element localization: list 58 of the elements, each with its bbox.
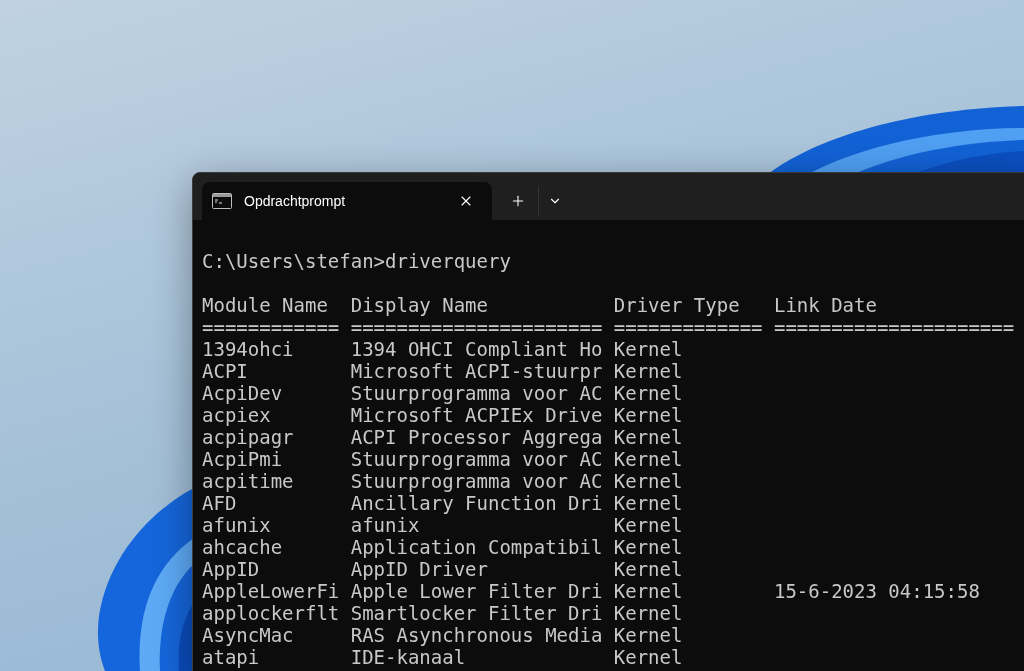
driver-type-cell: Kernel <box>613 448 683 470</box>
driver-type-cell: Kernel <box>613 404 683 426</box>
display-name-cell: 1394 OHCI Compliant Ho <box>350 338 603 360</box>
display-name-cell: Application Compatibil <box>350 536 603 558</box>
column-underline: ===================== <box>773 316 1015 338</box>
column-underline: ============= <box>613 316 763 338</box>
tab[interactable]: Opdrachtprompt <box>202 182 492 220</box>
column-header: Link Date <box>773 294 877 316</box>
module-name-cell: AcpiPmi <box>202 448 283 470</box>
display-name-cell: RAS Asynchronous Media <box>350 624 603 646</box>
driver-type-cell: Kernel <box>613 338 683 360</box>
column-underline: ============ <box>202 316 340 338</box>
display-name-cell: Ancillary Function Dri <box>350 492 603 514</box>
module-name-cell: afunix <box>202 514 271 536</box>
module-name-cell: AFD <box>202 492 237 514</box>
driver-type-cell: Kernel <box>613 646 683 668</box>
module-name-cell: 1394ohci <box>202 338 294 360</box>
driver-type-cell: Kernel <box>613 624 683 646</box>
display-name-cell: ACPI Processor Aggrega <box>350 426 603 448</box>
driver-type-cell: Kernel <box>613 470 683 492</box>
module-name-cell: acpipagr <box>202 426 294 448</box>
driver-type-cell: Kernel <box>613 514 683 536</box>
driver-type-cell: Kernel <box>613 492 683 514</box>
plus-icon <box>510 193 526 209</box>
module-name-cell: applockerflt <box>202 602 340 624</box>
module-name-cell: AsyncMac <box>202 624 294 646</box>
module-name-cell: atapi <box>202 646 260 668</box>
display-name-cell: IDE-kanaal <box>350 646 466 668</box>
driver-type-cell: Kernel <box>613 602 683 624</box>
display-name-cell: Smartlocker Filter Dri <box>350 602 603 624</box>
driver-type-cell: Kernel <box>613 426 683 448</box>
driver-type-cell: Kernel <box>613 382 683 404</box>
module-name-cell: AppID <box>202 558 260 580</box>
command-line: C:\Users\stefan>driverquery <box>202 250 511 272</box>
module-name-cell: AcpiDev <box>202 382 283 404</box>
display-name-cell: Microsoft ACPI-stuurpr <box>350 360 603 382</box>
module-name-cell: AppleLowerFi <box>202 580 340 602</box>
module-name-cell: ACPI <box>202 360 248 382</box>
display-name-cell: Microsoft ACPIEx Drive <box>350 404 603 426</box>
column-header: Module Name <box>202 294 328 316</box>
module-name-cell: ahcache <box>202 536 283 558</box>
display-name-cell: Stuurprogramma voor AC <box>350 448 603 470</box>
column-header: Display Name <box>350 294 488 316</box>
module-name-cell: acpitime <box>202 470 294 492</box>
terminal-icon <box>212 193 232 209</box>
driver-type-cell: Kernel <box>613 580 683 602</box>
driver-type-cell: Kernel <box>613 536 683 558</box>
display-name-cell: afunix <box>350 514 420 536</box>
display-name-cell: Apple Lower Filter Dri <box>350 580 603 602</box>
display-name-cell: Stuurprogramma voor AC <box>350 382 603 404</box>
module-name-cell: acpiex <box>202 404 271 426</box>
driver-type-cell: Kernel <box>613 558 683 580</box>
driver-type-cell: Kernel <box>613 360 683 382</box>
column-header: Driver Type <box>613 294 740 316</box>
link-date-cell: 15-6-2023 04:15:58 <box>773 580 980 602</box>
display-name-cell: Stuurprogramma voor AC <box>350 470 603 492</box>
display-name-cell: AppID Driver <box>350 558 488 580</box>
column-underline: ====================== <box>350 316 603 338</box>
